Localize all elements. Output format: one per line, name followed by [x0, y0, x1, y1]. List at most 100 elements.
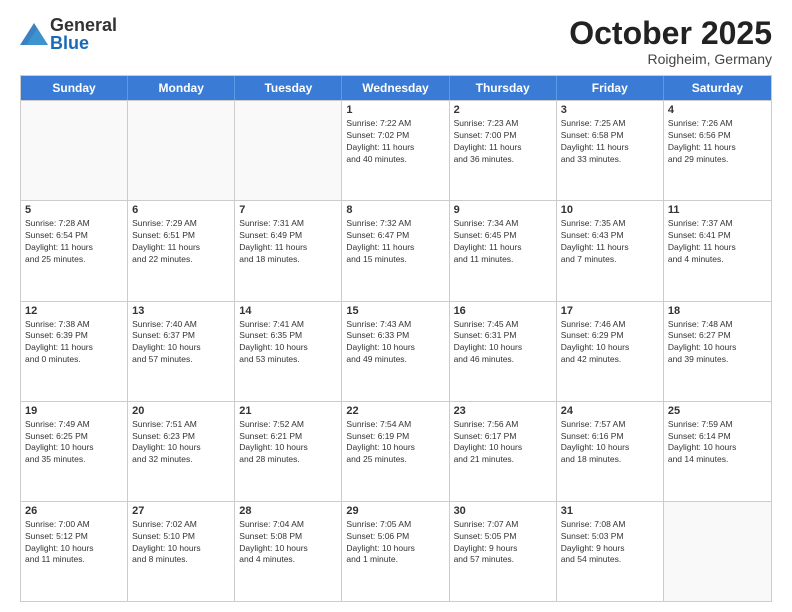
cal-day-27: 27 Sunrise: 7:02 AM Sunset: 5:10 PM Dayli… — [128, 502, 235, 601]
day-info: Sunrise: 7:34 AM Sunset: 6:45 PM Dayligh… — [454, 218, 552, 266]
day-number: 19 — [25, 405, 123, 417]
cal-day-24: 24Sunrise: 7:57 AM Sunset: 6:16 PM Dayli… — [557, 402, 664, 501]
day-number: 23 — [454, 405, 552, 417]
day-number: 6 — [132, 204, 230, 216]
header-day-monday: Monday — [128, 76, 235, 100]
day-info: Sunrise: 7:04 AM Sunset: 5:08 PM Dayligh… — [239, 519, 337, 567]
cal-week-4: 26Sunrise: 7:00 AM Sunset: 5:12 PM Dayli… — [21, 501, 771, 601]
cal-week-1: 5 Sunrise: 7:28 AM Sunset: 6:54 PM Daylig… — [21, 200, 771, 300]
calendar: SundayMondayTuesdayWednesdayThursdayFrid… — [20, 75, 772, 602]
logo-icon — [20, 23, 48, 45]
cal-day-17: 17 Sunrise: 7:46 AM Sunset: 6:29 PM Dayli… — [557, 302, 664, 401]
day-info: Sunrise: 7:26 AM Sunset: 6:56 PM Dayligh… — [668, 118, 767, 166]
day-info: Sunrise: 7:02 AM Sunset: 5:10 PM Dayligh… — [132, 519, 230, 567]
day-number: 12 — [25, 305, 123, 317]
header-day-wednesday: Wednesday — [342, 76, 449, 100]
day-info: Sunrise: 7:41 AM Sunset: 6:35 PM Dayligh… — [239, 319, 337, 367]
day-number: 11 — [668, 204, 767, 216]
logo: General Blue — [20, 16, 117, 52]
cal-day-22: 22 Sunrise: 7:54 AM Sunset: 6:19 PM Dayli… — [342, 402, 449, 501]
header-day-friday: Friday — [557, 76, 664, 100]
cal-day-7: 7 Sunrise: 7:31 AM Sunset: 6:49 PM Daylig… — [235, 201, 342, 300]
title-block: October 2025 Roigheim, Germany — [569, 16, 772, 67]
day-number: 22 — [346, 405, 444, 417]
header-day-saturday: Saturday — [664, 76, 771, 100]
day-info: Sunrise: 7:52 AM Sunset: 6:21 PM Dayligh… — [239, 419, 337, 467]
cal-week-3: 19 Sunrise: 7:49 AM Sunset: 6:25 PM Dayli… — [21, 401, 771, 501]
cal-empty — [235, 101, 342, 200]
day-info: Sunrise: 7:48 AM Sunset: 6:27 PM Dayligh… — [668, 319, 767, 367]
day-number: 10 — [561, 204, 659, 216]
header-day-thursday: Thursday — [450, 76, 557, 100]
day-info: Sunrise: 7:56 AM Sunset: 6:17 PM Dayligh… — [454, 419, 552, 467]
logo-blue-text: Blue — [50, 34, 117, 52]
header-day-sunday: Sunday — [21, 76, 128, 100]
header-day-tuesday: Tuesday — [235, 76, 342, 100]
cal-day-23: 23 Sunrise: 7:56 AM Sunset: 6:17 PM Dayli… — [450, 402, 557, 501]
day-info: Sunrise: 7:59 AM Sunset: 6:14 PM Dayligh… — [668, 419, 767, 467]
day-info: Sunrise: 7:28 AM Sunset: 6:54 PM Dayligh… — [25, 218, 123, 266]
day-info: Sunrise: 7:43 AM Sunset: 6:33 PM Dayligh… — [346, 319, 444, 367]
cal-day-12: 12 Sunrise: 7:38 AM Sunset: 6:39 PM Dayli… — [21, 302, 128, 401]
day-info: Sunrise: 7:51 AM Sunset: 6:23 PM Dayligh… — [132, 419, 230, 467]
day-info: Sunrise: 7:08 AM Sunset: 5:03 PM Dayligh… — [561, 519, 659, 567]
cal-day-30: 30Sunrise: 7:07 AM Sunset: 5:05 PM Dayli… — [450, 502, 557, 601]
day-number: 17 — [561, 305, 659, 317]
day-number: 5 — [25, 204, 123, 216]
month-title: October 2025 — [569, 16, 772, 51]
calendar-header: SundayMondayTuesdayWednesdayThursdayFrid… — [21, 76, 771, 100]
day-info: Sunrise: 7:07 AM Sunset: 5:05 PM Dayligh… — [454, 519, 552, 567]
day-info: Sunrise: 7:23 AM Sunset: 7:00 PM Dayligh… — [454, 118, 552, 166]
cal-day-13: 13 Sunrise: 7:40 AM Sunset: 6:37 PM Dayli… — [128, 302, 235, 401]
cal-day-4: 4 Sunrise: 7:26 AM Sunset: 6:56 PM Daylig… — [664, 101, 771, 200]
day-number: 4 — [668, 104, 767, 116]
header: General Blue October 2025 Roigheim, Germ… — [20, 16, 772, 67]
day-info: Sunrise: 7:54 AM Sunset: 6:19 PM Dayligh… — [346, 419, 444, 467]
cal-day-19: 19 Sunrise: 7:49 AM Sunset: 6:25 PM Dayli… — [21, 402, 128, 501]
day-number: 13 — [132, 305, 230, 317]
day-info: Sunrise: 7:29 AM Sunset: 6:51 PM Dayligh… — [132, 218, 230, 266]
cal-day-31: 31Sunrise: 7:08 AM Sunset: 5:03 PM Dayli… — [557, 502, 664, 601]
cal-day-6: 6 Sunrise: 7:29 AM Sunset: 6:51 PM Daylig… — [128, 201, 235, 300]
cal-day-5: 5 Sunrise: 7:28 AM Sunset: 6:54 PM Daylig… — [21, 201, 128, 300]
day-info: Sunrise: 7:45 AM Sunset: 6:31 PM Dayligh… — [454, 319, 552, 367]
calendar-body: 1 Sunrise: 7:22 AM Sunset: 7:02 PM Daylig… — [21, 100, 771, 601]
cal-day-8: 8Sunrise: 7:32 AM Sunset: 6:47 PM Daylig… — [342, 201, 449, 300]
day-number: 14 — [239, 305, 337, 317]
day-info: Sunrise: 7:46 AM Sunset: 6:29 PM Dayligh… — [561, 319, 659, 367]
cal-day-2: 2 Sunrise: 7:23 AM Sunset: 7:00 PM Daylig… — [450, 101, 557, 200]
day-info: Sunrise: 7:31 AM Sunset: 6:49 PM Dayligh… — [239, 218, 337, 266]
day-number: 3 — [561, 104, 659, 116]
day-info: Sunrise: 7:05 AM Sunset: 5:06 PM Dayligh… — [346, 519, 444, 567]
cal-empty — [664, 502, 771, 601]
cal-day-3: 3Sunrise: 7:25 AM Sunset: 6:58 PM Daylig… — [557, 101, 664, 200]
cal-day-15: 15Sunrise: 7:43 AM Sunset: 6:33 PM Dayli… — [342, 302, 449, 401]
day-number: 27 — [132, 505, 230, 517]
day-info: Sunrise: 7:35 AM Sunset: 6:43 PM Dayligh… — [561, 218, 659, 266]
day-info: Sunrise: 7:22 AM Sunset: 7:02 PM Dayligh… — [346, 118, 444, 166]
location: Roigheim, Germany — [569, 51, 772, 67]
day-number: 16 — [454, 305, 552, 317]
day-info: Sunrise: 7:37 AM Sunset: 6:41 PM Dayligh… — [668, 218, 767, 266]
cal-week-0: 1 Sunrise: 7:22 AM Sunset: 7:02 PM Daylig… — [21, 100, 771, 200]
cal-day-28: 28Sunrise: 7:04 AM Sunset: 5:08 PM Dayli… — [235, 502, 342, 601]
logo-general-text: General — [50, 16, 117, 34]
day-info: Sunrise: 7:49 AM Sunset: 6:25 PM Dayligh… — [25, 419, 123, 467]
day-number: 7 — [239, 204, 337, 216]
day-info: Sunrise: 7:32 AM Sunset: 6:47 PM Dayligh… — [346, 218, 444, 266]
cal-day-26: 26Sunrise: 7:00 AM Sunset: 5:12 PM Dayli… — [21, 502, 128, 601]
day-info: Sunrise: 7:40 AM Sunset: 6:37 PM Dayligh… — [132, 319, 230, 367]
cal-day-1: 1 Sunrise: 7:22 AM Sunset: 7:02 PM Daylig… — [342, 101, 449, 200]
page: General Blue October 2025 Roigheim, Germ… — [0, 0, 792, 612]
day-number: 18 — [668, 305, 767, 317]
cal-day-25: 25Sunrise: 7:59 AM Sunset: 6:14 PM Dayli… — [664, 402, 771, 501]
day-number: 2 — [454, 104, 552, 116]
cal-day-18: 18 Sunrise: 7:48 AM Sunset: 6:27 PM Dayli… — [664, 302, 771, 401]
cal-day-14: 14 Sunrise: 7:41 AM Sunset: 6:35 PM Dayli… — [235, 302, 342, 401]
day-info: Sunrise: 7:38 AM Sunset: 6:39 PM Dayligh… — [25, 319, 123, 367]
cal-day-9: 9Sunrise: 7:34 AM Sunset: 6:45 PM Daylig… — [450, 201, 557, 300]
day-number: 26 — [25, 505, 123, 517]
day-info: Sunrise: 7:57 AM Sunset: 6:16 PM Dayligh… — [561, 419, 659, 467]
day-number: 1 — [346, 104, 444, 116]
cal-day-16: 16 Sunrise: 7:45 AM Sunset: 6:31 PM Dayli… — [450, 302, 557, 401]
